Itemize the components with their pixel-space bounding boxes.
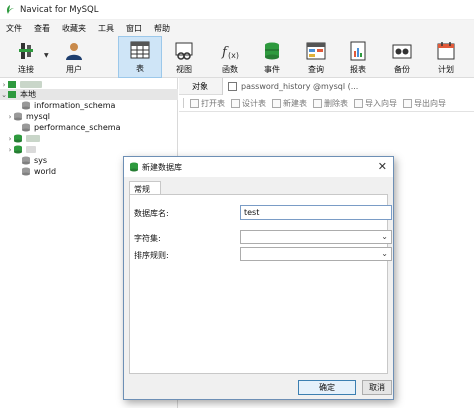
main-toolbar: 连接 ▼ 用户 表 视图 f (x) 函数 事件 查询 报表 备份 计划	[0, 36, 474, 78]
user-button[interactable]: 用户	[56, 36, 92, 78]
dialog-title: 新建数据库	[142, 162, 182, 172]
expand-arrow-icon[interactable]: ›	[0, 81, 8, 89]
menu-file[interactable]: 文件	[0, 23, 28, 34]
schedule-button[interactable]: 计划	[428, 36, 464, 78]
title-bar: Navicat for MySQL	[0, 0, 474, 20]
open-table-button[interactable]: 打开表	[190, 98, 225, 109]
tab-label: password_history @mysql (...	[241, 82, 359, 91]
menu-tools[interactable]: 工具	[92, 23, 120, 34]
delete-table-button[interactable]: 删除表	[313, 98, 348, 109]
function-icon: f (x)	[221, 45, 239, 60]
menu-bar: 文件 查看 收藏夹 工具 窗口 帮助	[0, 20, 474, 36]
event-icon	[265, 42, 279, 60]
plug-icon	[19, 43, 33, 59]
export-icon	[403, 98, 412, 108]
tree-item-mysql[interactable]: › mysql	[0, 111, 178, 122]
tab-objects[interactable]: 对象	[192, 81, 208, 92]
collation-label: 排序规则:	[134, 251, 169, 260]
expand-arrow-icon[interactable]: ›	[6, 135, 14, 143]
redacted-label	[20, 81, 42, 88]
tree-item-label: world	[34, 167, 57, 176]
database-icon	[22, 156, 30, 165]
connect-dropdown-icon[interactable]: ▼	[44, 52, 49, 59]
tree-item-label: information_schema	[34, 101, 116, 110]
tree-item-label: sys	[34, 156, 48, 165]
backup-button[interactable]: 备份	[384, 36, 420, 78]
report-icon	[350, 41, 366, 61]
design-table-button[interactable]: 设计表	[231, 98, 266, 109]
charset-select[interactable]: ⌄	[240, 230, 392, 244]
connection-icon	[8, 91, 16, 98]
view-icon	[175, 42, 193, 60]
object-tab-bar: 对象 password_history @mysql (...	[179, 78, 474, 95]
db-name-input[interactable]	[240, 205, 392, 220]
tab-general[interactable]: 常规	[129, 181, 161, 195]
new-database-dialog: 新建数据库 ✕ 常规 数据库名: 字符集: ⌄ 排序规则: ⌄ 确定 取消	[123, 156, 394, 400]
collation-select[interactable]: ⌄	[240, 247, 392, 261]
database-icon	[14, 112, 22, 121]
database-icon	[22, 167, 30, 176]
tree-item-label: performance_schema	[34, 123, 121, 132]
report-button[interactable]: 报表	[340, 36, 376, 78]
database-icon	[22, 123, 30, 132]
database-icon	[130, 162, 138, 172]
tree-item-label: 本地	[20, 90, 36, 99]
connection-icon	[8, 81, 16, 88]
menu-favorites[interactable]: 收藏夹	[56, 23, 92, 34]
delete-table-icon	[313, 98, 322, 108]
function-button[interactable]: f (x) 函数	[212, 36, 248, 78]
ok-button[interactable]: 确定	[298, 380, 356, 395]
chevron-down-icon: ⌄	[381, 249, 388, 258]
svg-text:(x): (x)	[228, 51, 239, 60]
calendar-icon	[437, 42, 455, 60]
view-button[interactable]: 视图	[166, 36, 202, 78]
tree-item-label: mysql	[26, 112, 50, 121]
backup-icon	[392, 44, 412, 59]
expand-arrow-icon[interactable]: ›	[6, 113, 14, 121]
tree-item-hidden-db-1[interactable]: ›	[0, 133, 178, 144]
open-table-icon	[190, 98, 199, 108]
design-table-icon	[231, 98, 240, 108]
tree-item-local[interactable]: ⌄ 本地	[0, 89, 178, 100]
collapse-arrow-icon[interactable]: ⌄	[0, 91, 8, 99]
menu-window[interactable]: 窗口	[120, 23, 148, 34]
import-wizard-button[interactable]: 导入向导	[354, 98, 397, 109]
database-icon	[22, 101, 30, 110]
window-title: Navicat for MySQL	[20, 4, 99, 15]
export-wizard-button[interactable]: 导出向导	[403, 98, 446, 109]
redacted-label	[26, 146, 36, 153]
import-icon	[354, 98, 363, 108]
tree-item-information-schema[interactable]: information_schema	[0, 100, 178, 111]
menu-help[interactable]: 帮助	[148, 23, 176, 34]
new-table-button[interactable]: 新建表	[272, 98, 307, 109]
redacted-label	[26, 135, 40, 142]
dialog-title-bar[interactable]: 新建数据库 ✕	[124, 157, 393, 177]
menu-view[interactable]: 查看	[28, 23, 56, 34]
table-icon	[130, 41, 150, 59]
event-button[interactable]: 事件	[254, 36, 290, 78]
query-icon	[306, 42, 326, 60]
connect-button[interactable]: 连接	[8, 36, 44, 78]
table-button[interactable]: 表	[118, 36, 162, 78]
cancel-button[interactable]: 取消	[362, 380, 392, 395]
separator	[183, 98, 184, 108]
charset-label: 字符集:	[134, 234, 161, 243]
tree-item-performance-schema[interactable]: performance_schema	[0, 122, 178, 133]
close-icon[interactable]: ✕	[378, 160, 387, 173]
tab-password-history[interactable]: password_history @mysql (...	[222, 78, 474, 95]
chevron-down-icon: ⌄	[381, 232, 388, 241]
db-name-label: 数据库名:	[134, 209, 169, 218]
database-icon	[14, 134, 22, 143]
navicat-logo-icon	[6, 4, 14, 14]
new-table-icon	[272, 98, 281, 108]
user-icon	[66, 43, 82, 60]
general-panel: 数据库名: 字符集: ⌄ 排序规则: ⌄	[129, 194, 392, 374]
query-button[interactable]: 查询	[298, 36, 334, 78]
tree-item-hidden-db-2[interactable]: ›	[0, 144, 178, 155]
expand-arrow-icon[interactable]: ›	[6, 146, 14, 154]
table-icon	[228, 82, 237, 91]
database-icon	[14, 145, 22, 154]
object-action-bar: 打开表 设计表 新建表 删除表 导入向导 导出向导	[179, 95, 474, 112]
